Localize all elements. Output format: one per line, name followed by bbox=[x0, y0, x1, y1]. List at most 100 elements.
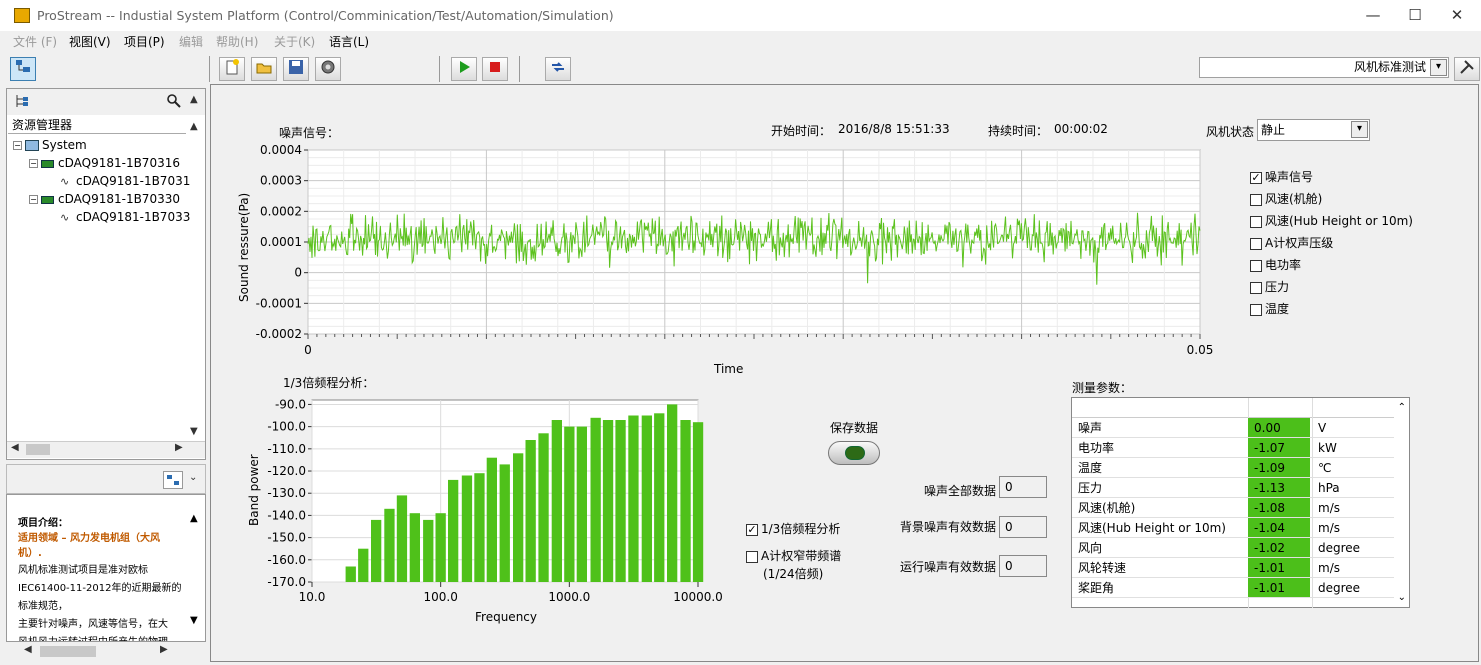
checkbox-icon[interactable]: ✓ bbox=[746, 523, 758, 536]
param-name: 噪声 bbox=[1078, 421, 1103, 435]
scroll-down-icon[interactable]: ▼ bbox=[190, 426, 198, 437]
scroll-up-icon[interactable]: ▲ bbox=[190, 513, 198, 524]
scroll-right-icon[interactable]: ▶ bbox=[175, 442, 183, 453]
chevron-down-icon[interactable]: ▾ bbox=[1430, 59, 1447, 76]
y-tick-label: -0.0001 bbox=[256, 296, 302, 310]
tree-item-channel[interactable]: ∿ cDAQ9181-1B7031 bbox=[60, 172, 190, 191]
collapse-icon[interactable]: − bbox=[29, 159, 38, 168]
x-tick-label: 0.05 bbox=[1187, 343, 1214, 357]
checkbox-icon[interactable] bbox=[746, 550, 758, 563]
close-button[interactable]: ✕ bbox=[1442, 4, 1472, 26]
menu-view[interactable]: 视图(V) bbox=[69, 33, 111, 50]
x-axis-label: Time bbox=[713, 362, 743, 376]
menu-project[interactable]: 项目(P) bbox=[124, 33, 165, 50]
run-icon bbox=[460, 61, 470, 73]
swap-icon bbox=[552, 62, 564, 72]
menu-language[interactable]: 语言(L) bbox=[329, 33, 369, 50]
stop-button[interactable] bbox=[482, 57, 508, 81]
y-tick-label: 0.0002 bbox=[260, 204, 302, 218]
signal-checkbox[interactable]: A计权声压级 bbox=[1250, 234, 1333, 251]
scroll-down-icon[interactable]: ⌄ bbox=[1398, 592, 1406, 603]
octave-band-bar bbox=[576, 426, 587, 582]
signal-checkbox[interactable]: 压力 bbox=[1250, 278, 1289, 295]
turbine-state-select[interactable]: 静止 ▾ bbox=[1257, 119, 1370, 141]
tree-item-device[interactable]: − cDAQ9181-1B70316 bbox=[29, 154, 180, 172]
param-name: 电功率 bbox=[1078, 441, 1115, 455]
menu-file[interactable]: 文件 (F) bbox=[13, 33, 57, 50]
tree-toggle-button[interactable] bbox=[10, 57, 36, 81]
layout-toggle-icon[interactable] bbox=[163, 471, 183, 489]
scroll-down-icon[interactable]: ▼ bbox=[190, 615, 198, 626]
signal-checkbox[interactable]: 风速(机舱) bbox=[1250, 190, 1322, 207]
menu-help[interactable]: 帮助(H) bbox=[216, 33, 258, 50]
scroll-left-icon[interactable]: ◀ bbox=[11, 442, 19, 453]
param-unit: V bbox=[1318, 421, 1327, 435]
minimize-button[interactable]: — bbox=[1358, 4, 1388, 26]
tree-item-channel[interactable]: ∿ cDAQ9181-1B7033 bbox=[60, 208, 190, 227]
octave-band-bar bbox=[448, 479, 459, 582]
info-line: 标准规范， bbox=[18, 601, 68, 612]
open-folder-button[interactable] bbox=[251, 57, 277, 81]
tools-button[interactable] bbox=[1454, 57, 1480, 81]
tree-item-system[interactable]: − System bbox=[13, 136, 87, 154]
computer-icon bbox=[25, 140, 39, 151]
maximize-button[interactable]: ☐ bbox=[1400, 4, 1430, 26]
save-button[interactable] bbox=[283, 57, 309, 81]
octave-option[interactable]: ✓ 1/3倍频程分析 bbox=[746, 520, 840, 537]
save-data-label: 保存数据 bbox=[830, 421, 879, 435]
waveform-icon: ∿ bbox=[60, 211, 70, 224]
chevron-down-icon[interactable]: ▾ bbox=[1351, 121, 1368, 138]
new-project-button[interactable] bbox=[219, 57, 245, 81]
checkbox-icon[interactable] bbox=[1250, 259, 1262, 272]
octave-band-bar bbox=[628, 415, 639, 582]
checkbox-icon[interactable] bbox=[1250, 193, 1262, 206]
scroll-up-icon[interactable]: ▲ bbox=[190, 121, 198, 132]
octave-band-bar bbox=[461, 475, 473, 582]
params-title: 测量参数： bbox=[1072, 381, 1133, 395]
y-tick-label: 0.0003 bbox=[260, 174, 302, 188]
menu-edit[interactable]: 编辑 bbox=[179, 33, 203, 50]
checkbox-icon[interactable]: ✓ bbox=[1250, 171, 1262, 184]
collapse-icon[interactable]: − bbox=[29, 195, 38, 204]
collapse-icon[interactable]: − bbox=[13, 141, 22, 150]
noise-signal-title: 噪声信号： bbox=[279, 126, 340, 140]
test-type-combo[interactable]: 风机标准测试 ▾ bbox=[1199, 57, 1449, 78]
search-icon[interactable] bbox=[166, 93, 182, 112]
save-data-toggle[interactable] bbox=[828, 441, 880, 465]
scroll-up-icon[interactable]: ▲ bbox=[190, 94, 198, 105]
y-tick-label: 0.0001 bbox=[260, 235, 302, 249]
octave-band-bar bbox=[474, 473, 485, 582]
signal-checkbox[interactable]: 电功率 bbox=[1250, 256, 1301, 273]
tree-item-device[interactable]: − cDAQ9181-1B70330 bbox=[29, 190, 180, 208]
scroll-up-icon[interactable]: ⌃ bbox=[1398, 402, 1406, 413]
checkbox-icon[interactable] bbox=[1250, 303, 1262, 316]
param-row: 风速(Hub Height or 10m) -1.04 m/s bbox=[1072, 518, 1394, 538]
signal-checkbox[interactable]: 温度 bbox=[1250, 300, 1289, 317]
checkbox-icon[interactable] bbox=[1250, 281, 1262, 294]
y-tick-label: -90.0 bbox=[275, 397, 306, 411]
scroll-left-icon[interactable]: ◀ bbox=[24, 644, 32, 655]
scroll-right-icon[interactable]: ▶ bbox=[160, 644, 168, 655]
menu-about[interactable]: 关于(K) bbox=[274, 33, 315, 50]
param-value: -1.01 bbox=[1248, 578, 1310, 597]
info-hscrollbar[interactable] bbox=[7, 642, 205, 659]
param-unit: degree bbox=[1318, 541, 1361, 555]
scroll-thumb[interactable] bbox=[26, 444, 50, 455]
signal-checkbox-label: 温度 bbox=[1265, 302, 1290, 316]
y-tick-label: -140.0 bbox=[267, 508, 306, 522]
checkbox-icon[interactable] bbox=[1250, 215, 1262, 228]
swap-button[interactable] bbox=[545, 57, 571, 81]
info-panel: 项目介绍： 适用领域 – 风力发电机组（大风机）. 风机标准测试项目是准对欧标 … bbox=[6, 494, 206, 642]
checkbox-icon[interactable] bbox=[1250, 237, 1262, 250]
run-button[interactable] bbox=[451, 57, 477, 81]
signal-checkbox[interactable]: ✓ 噪声信号 bbox=[1250, 168, 1313, 185]
tree-view-icon[interactable] bbox=[14, 93, 30, 112]
chevron-down-icon[interactable]: ⌄ bbox=[189, 472, 197, 483]
param-unit: hPa bbox=[1318, 481, 1340, 495]
y-tick-label: -0.0002 bbox=[256, 327, 302, 341]
save-icon bbox=[289, 60, 303, 74]
signal-checkbox[interactable]: 风速(Hub Height or 10m) bbox=[1250, 212, 1413, 229]
scroll-thumb[interactable] bbox=[40, 646, 96, 657]
narrowband-option[interactable]: A计权窄带频谱 bbox=[746, 547, 841, 564]
settings-button[interactable] bbox=[315, 57, 341, 81]
